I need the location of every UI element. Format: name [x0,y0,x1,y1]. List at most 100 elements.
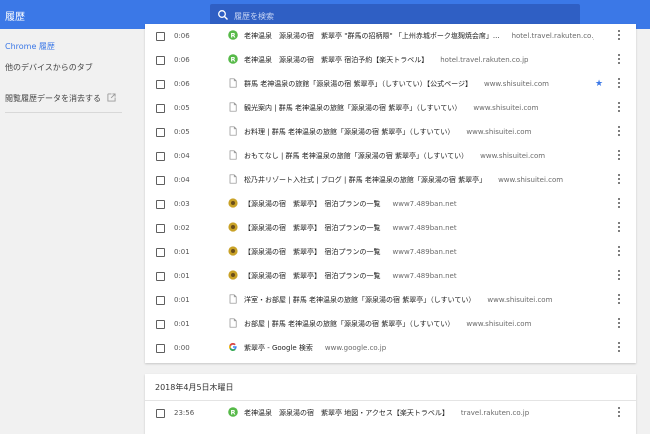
bookmark-star-icon[interactable]: ★ [595,79,603,89]
history-entry[interactable]: 0:01 お部屋 | 群馬 老神温泉の旅館「源泉湯の宿 紫翠亭」（しすいてい） ww… [145,312,636,336]
date-header: 2018年4月5日木曜日 [155,383,234,392]
entry-title[interactable]: 群馬 老神温泉の旅館「源泉湯の宿 紫翠亭」（しすいてい）【公式ページ】 [244,80,472,88]
entry-link[interactable]: 老神温泉 源泉湯の宿 紫翠亭 宿泊予約【楽天トラベル】 hotel.travel.… [244,55,594,65]
entry-checkbox[interactable] [156,104,165,113]
svg-text:R: R [230,408,235,416]
entry-title[interactable]: 松乃井リゾート入社式 | ブログ | 群馬 老神温泉の旅館「源泉湯の宿 紫翠亭」 [244,176,486,184]
entry-link[interactable]: 老神温泉 源泉湯の宿 紫翠亭 "群馬の招柄際" 「上州赤城ポーク塩麹焼会席」..… [244,31,594,41]
entry-title[interactable]: 洋室・お部屋 | 群馬 老神温泉の旅館「源泉湯の宿 紫翠亭」（しすいてい） [244,296,475,304]
history-entry[interactable]: 23:56 R 老神温泉 源泉湯の宿 紫翠亭 地図・アクセス【楽天トラベル】 trav… [145,401,636,425]
entry-title[interactable]: 【源泉湯の宿 紫翠亭】 宿泊プランの一覧 [244,200,381,208]
entry-time: 0:01 [174,272,190,280]
entry-link[interactable]: 紫翠亭 - Google 検索 www.google.co.jp [244,343,594,353]
sidebar-item-other-devices[interactable]: 他のデバイスからのタブ [5,62,93,73]
entry-checkbox[interactable] [156,128,165,137]
entry-time: 0:05 [174,104,190,112]
history-entry[interactable]: 0:01 【源泉湯の宿 紫翠亭】 宿泊プランの一覧 www7.489ban.net [145,264,636,288]
entry-domain: www.shisuitei.com [487,296,553,304]
entry-checkbox[interactable] [156,248,165,257]
history-entry[interactable]: 0:04 おもてなし | 群馬 老神温泉の旅館「源泉湯の宿 紫翠亭」（しすいてい）… [145,144,636,168]
entry-link[interactable]: 群馬 老神温泉の旅館「源泉湯の宿 紫翠亭」（しすいてい）【公式ページ】 www.s… [244,79,594,89]
search-input[interactable] [232,7,566,25]
entry-checkbox[interactable] [156,224,165,233]
entry-title[interactable]: 老神温泉 源泉湯の宿 紫翠亭 宿泊予約【楽天トラベル】 [244,56,428,64]
history-entry[interactable]: 0:06 R 老神温泉 源泉湯の宿 紫翠亭 宿泊予約【楽天トラベル】 hotel.tr… [145,48,636,72]
search-box[interactable] [210,4,580,26]
svg-text:R: R [230,55,235,63]
more-actions-icon[interactable] [617,126,621,138]
page-icon [229,102,237,112]
entry-checkbox[interactable] [156,409,165,418]
entry-checkbox[interactable] [156,296,165,305]
entry-time: 0:05 [174,128,190,136]
entry-title[interactable]: 観光案内 | 群馬 老神温泉の旅館「源泉湯の宿 紫翠亭」（しすいてい） [244,104,461,112]
entry-title[interactable]: 老神温泉 源泉湯の宿 紫翠亭 "群馬の招柄際" 「上州赤城ポーク塩麹焼会席」..… [244,32,500,40]
more-actions-icon[interactable] [617,407,621,419]
entry-checkbox[interactable] [156,56,165,65]
history-entry[interactable]: 0:06 群馬 老神温泉の旅館「源泉湯の宿 紫翠亭」（しすいてい）【公式ページ】 w… [145,72,636,96]
more-actions-icon[interactable] [617,30,621,42]
entry-checkbox[interactable] [156,152,165,161]
entry-link[interactable]: 【源泉湯の宿 紫翠亭】 宿泊プランの一覧 www7.489ban.net [244,247,594,257]
entry-checkbox[interactable] [156,80,165,89]
sidebar-item-chrome-history[interactable]: Chrome 履歴 [5,41,55,52]
more-actions-icon[interactable] [617,294,621,306]
sidebar-item-clear-browsing-data[interactable]: 閲覧履歴データを消去する [5,93,101,104]
entry-domain: hotel.travel.rakuten.co.jp [440,56,529,64]
entry-checkbox[interactable] [156,176,165,185]
history-entry[interactable]: 0:01 洋室・お部屋 | 群馬 老神温泉の旅館「源泉湯の宿 紫翠亭」（しすいてい… [145,288,636,312]
history-entry[interactable]: 0:05 お料理 | 群馬 老神温泉の旅館「源泉湯の宿 紫翠亭」（しすいてい） ww… [145,120,636,144]
history-entry[interactable]: 0:00 紫翠亭 - Google 検索 www.google.co.jp [145,336,636,360]
entry-time: 0:01 [174,296,190,304]
more-actions-icon[interactable] [617,222,621,234]
more-actions-icon[interactable] [617,174,621,186]
more-actions-icon[interactable] [617,102,621,114]
more-actions-icon[interactable] [617,246,621,258]
page-icon [229,150,237,160]
more-actions-icon[interactable] [617,318,621,330]
site-favicon-icon [228,246,238,256]
entry-checkbox[interactable] [156,272,165,281]
entry-time: 0:06 [174,56,190,64]
history-entry[interactable]: 0:06 R 老神温泉 源泉湯の宿 紫翠亭 "群馬の招柄際" 「上州赤城ポーク塩麹焼… [145,24,636,48]
more-actions-icon[interactable] [617,270,621,282]
history-entry[interactable]: 0:04 松乃井リゾート入社式 | ブログ | 群馬 老神温泉の旅館「源泉湯の宿 … [145,168,636,192]
google-icon [229,342,237,351]
entry-link[interactable]: 老神温泉 源泉湯の宿 紫翠亭 地図・アクセス【楽天トラベル】 travel.rak… [244,408,594,418]
entry-domain: hotel.travel.rakuten.co.jp [511,32,594,40]
more-actions-icon[interactable] [617,150,621,162]
entry-title[interactable]: 【源泉湯の宿 紫翠亭】 宿泊プランの一覧 [244,224,381,232]
entry-link[interactable]: 観光案内 | 群馬 老神温泉の旅館「源泉湯の宿 紫翠亭」（しすいてい） www.s… [244,103,594,113]
entry-title[interactable]: お料理 | 群馬 老神温泉の旅館「源泉湯の宿 紫翠亭」（しすいてい） [244,128,454,136]
site-favicon-icon [228,270,238,280]
entry-link[interactable]: おもてなし | 群馬 老神温泉の旅館「源泉湯の宿 紫翠亭」（しすいてい） www.… [244,151,594,161]
entry-link[interactable]: お料理 | 群馬 老神温泉の旅館「源泉湯の宿 紫翠亭」（しすいてい） www.sh… [244,127,594,137]
more-actions-icon[interactable] [617,78,621,90]
entry-link[interactable]: 洋室・お部屋 | 群馬 老神温泉の旅館「源泉湯の宿 紫翠亭」（しすいてい） www… [244,295,594,305]
entry-title[interactable]: 【源泉湯の宿 紫翠亭】 宿泊プランの一覧 [244,248,381,256]
entry-checkbox[interactable] [156,200,165,209]
history-entry[interactable]: 0:01 【源泉湯の宿 紫翠亭】 宿泊プランの一覧 www7.489ban.net [145,240,636,264]
entry-domain: www7.489ban.net [392,272,457,280]
entry-checkbox[interactable] [156,344,165,353]
entry-title[interactable]: 老神温泉 源泉湯の宿 紫翠亭 地図・アクセス【楽天トラベル】 [244,409,449,417]
entry-link[interactable]: 【源泉湯の宿 紫翠亭】 宿泊プランの一覧 www7.489ban.net [244,271,594,281]
page-icon [229,174,237,184]
entry-title[interactable]: 紫翠亭 - Google 検索 [244,344,313,352]
entry-title[interactable]: お部屋 | 群馬 老神温泉の旅館「源泉湯の宿 紫翠亭」（しすいてい） [244,320,454,328]
more-actions-icon[interactable] [617,342,621,354]
entry-domain: www.shisuitei.com [466,128,532,136]
entry-checkbox[interactable] [156,320,165,329]
entry-title[interactable]: おもてなし | 群馬 老神温泉の旅館「源泉湯の宿 紫翠亭」（しすいてい） [244,152,468,160]
entry-link[interactable]: お部屋 | 群馬 老神温泉の旅館「源泉湯の宿 紫翠亭」（しすいてい） www.sh… [244,319,594,329]
entry-link[interactable]: 松乃井リゾート入社式 | ブログ | 群馬 老神温泉の旅館「源泉湯の宿 紫翠亭」… [244,175,594,185]
history-entry[interactable]: 0:02 【源泉湯の宿 紫翠亭】 宿泊プランの一覧 www7.489ban.net [145,216,636,240]
entry-link[interactable]: 【源泉湯の宿 紫翠亭】 宿泊プランの一覧 www7.489ban.net [244,199,594,209]
entry-checkbox[interactable] [156,32,165,41]
entry-title[interactable]: 【源泉湯の宿 紫翠亭】 宿泊プランの一覧 [244,272,381,280]
history-entry[interactable]: 0:05 観光案内 | 群馬 老神温泉の旅館「源泉湯の宿 紫翠亭」（しすいてい） w… [145,96,636,120]
more-actions-icon[interactable] [617,198,621,210]
more-actions-icon[interactable] [617,54,621,66]
history-entry[interactable]: 0:03 【源泉湯の宿 紫翠亭】 宿泊プランの一覧 www7.489ban.net [145,192,636,216]
entry-link[interactable]: 【源泉湯の宿 紫翠亭】 宿泊プランの一覧 www7.489ban.net [244,223,594,233]
